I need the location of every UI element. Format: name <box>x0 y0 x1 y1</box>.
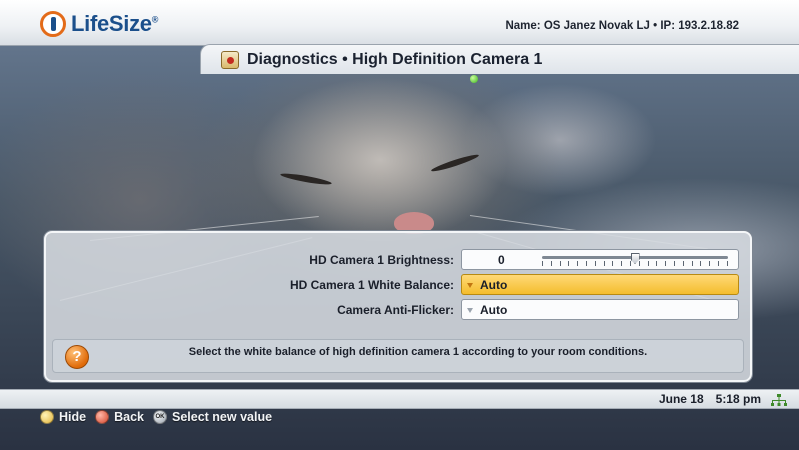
slider-tick <box>621 261 623 266</box>
slider-tick <box>559 261 561 266</box>
setting-row-white-balance: HD Camera 1 White Balance: Auto <box>46 274 750 296</box>
slider-tick <box>542 261 543 266</box>
white-balance-select[interactable]: Auto <box>461 274 739 295</box>
setting-row-anti-flicker: Camera Anti-Flicker: Auto <box>46 299 750 321</box>
slider-tick <box>673 261 675 266</box>
anti-flicker-value: Auto <box>480 303 508 317</box>
setting-label: HD Camera 1 White Balance: <box>289 278 454 292</box>
slider-tick <box>568 261 570 266</box>
lifesize-logo: LifeSize® <box>40 11 158 37</box>
slider-tick <box>717 261 719 266</box>
slider-tick <box>665 261 667 266</box>
slider-tick <box>577 261 579 266</box>
setting-label: Camera Anti-Flicker: <box>337 303 454 317</box>
diagnostics-icon <box>221 50 239 69</box>
setting-label: HD Camera 1 Brightness: <box>309 253 454 267</box>
status-light-icon <box>470 75 478 83</box>
hint-label: Hide <box>59 410 87 424</box>
brightness-slider[interactable]: 0 <box>461 249 739 270</box>
hint-label: Select new value <box>171 410 273 424</box>
slider-tick <box>682 261 684 266</box>
slider-tick <box>647 261 649 266</box>
ok-button-icon: OK <box>152 410 167 424</box>
slider-tick <box>726 261 728 266</box>
header-bar: LifeSize® Name: OS Janez Novak LJ • IP: … <box>0 0 799 46</box>
white-balance-value: Auto <box>480 278 508 292</box>
slider-tick <box>612 261 614 266</box>
hint-select[interactable]: OK Select new value <box>152 410 273 424</box>
slider-tick <box>656 261 658 266</box>
slider-tick <box>709 261 711 266</box>
remote-hints: Hide Back OK Select new value <box>40 410 281 424</box>
date-time: June 18 5:18 pm <box>659 392 761 406</box>
hint-back[interactable]: Back <box>95 410 144 424</box>
slider-tick <box>629 261 631 266</box>
setting-row-brightness: HD Camera 1 Brightness: 0 <box>46 249 750 271</box>
slider-tick <box>638 261 640 266</box>
slider-tick <box>550 261 552 266</box>
cat-eye-right <box>430 152 480 174</box>
hint-hide[interactable]: Hide <box>40 410 86 424</box>
page-title-bar: Diagnostics • High Definition Camera 1 <box>200 44 799 74</box>
network-icon <box>771 394 787 406</box>
slider-tick <box>585 261 587 266</box>
settings-panel: HD Camera 1 Brightness: 0 HD Camera 1 Wh… <box>44 231 752 382</box>
status-bar: June 18 5:18 pm <box>0 389 799 409</box>
anti-flicker-select[interactable]: Auto <box>461 299 739 320</box>
slider-tick <box>603 261 605 266</box>
yellow-button-icon <box>40 410 54 424</box>
lifesize-logo-icon <box>40 11 66 37</box>
dropdown-arrow-icon <box>467 283 473 288</box>
dropdown-arrow-icon <box>467 308 473 313</box>
system-info: Name: OS Janez Novak LJ • IP: 193.2.18.8… <box>505 20 739 32</box>
help-icon: ? <box>65 345 89 369</box>
time-text: 5:18 pm <box>715 392 761 406</box>
page-title: Diagnostics • High Definition Camera 1 <box>247 50 543 68</box>
date-text: June 18 <box>658 392 704 406</box>
hint-label: Back <box>114 410 144 424</box>
help-box: ? Select the white balance of high defin… <box>52 339 744 373</box>
slider-tick <box>691 261 693 266</box>
red-button-icon <box>95 410 110 424</box>
slider-tick <box>700 261 702 266</box>
logo-text: LifeSize® <box>71 11 159 36</box>
help-text: Select the white balance of high definit… <box>188 346 648 358</box>
brightness-value: 0 <box>498 253 505 267</box>
slider-tick <box>594 261 596 266</box>
cat-eye-left <box>279 171 333 187</box>
